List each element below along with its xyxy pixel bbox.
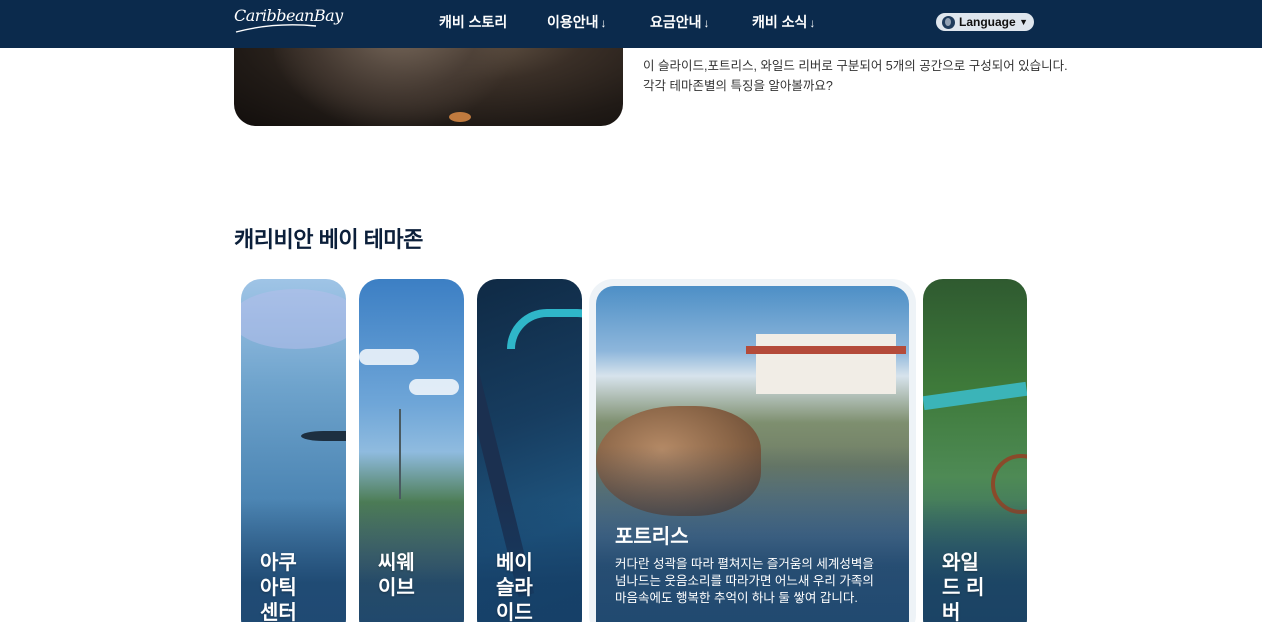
theme-card-sea-wave[interactable]: 씨웨 이브: [359, 279, 464, 622]
arrow-down-icon: ↓: [703, 16, 710, 30]
intro-line: 이 슬라이드,포트리스, 와일드 리버로 구분되어 5개의 공간으로 구성되어 …: [643, 59, 1068, 73]
nav-item-guide[interactable]: 이용안내 ↓: [547, 12, 607, 32]
chevron-down-icon: ▼: [1019, 17, 1028, 27]
nav-item-label: 요금안내: [650, 14, 702, 30]
arrow-down-icon: ↓: [809, 16, 816, 30]
nav-item-label: 캐비 스토리: [439, 14, 508, 30]
nav-item-story[interactable]: 캐비 스토리: [439, 12, 507, 32]
theme-card-fortress[interactable]: 포트리스 커다란 성곽을 따라 펼쳐지는 즐거움의 세계성벽을 넘나드는 웃음소…: [589, 279, 916, 622]
nav-item-label: 캐비 소식: [752, 14, 808, 30]
site-header: CaribbeanBay 캐비 스토리 이용안내 ↓ 요금안내 ↓ 캐비 소식 ↓ L…: [0, 0, 1262, 48]
theme-card-label: 아쿠 아틱 센터: [260, 552, 297, 622]
nav-item-pricing[interactable]: 요금안내 ↓: [650, 12, 710, 32]
theme-card-description: 커다란 성곽을 따라 펼쳐지는 즐거움의 세계성벽을 넘나드는 웃음소리를 따라…: [615, 557, 874, 605]
theme-card-title: 포트리스: [615, 526, 689, 548]
theme-card-wild-river[interactable]: 와일 드 리 버: [923, 279, 1027, 622]
theme-card-label: 베이 슬라 이드: [496, 552, 533, 622]
globe-icon: [942, 15, 955, 29]
section-title: 캐리비안 베이 테마존: [234, 227, 423, 252]
theme-card-bay-slide[interactable]: 베이 슬라 이드: [477, 279, 582, 622]
nav-item-label: 이용안내: [547, 14, 599, 30]
intro-line: 각각 테마존별의 특징을 알아볼까요?: [643, 79, 833, 93]
language-select-value: Language: [959, 15, 1016, 29]
arrow-down-icon: ↓: [600, 16, 607, 30]
theme-card-label: 와일 드 리 버: [942, 552, 985, 622]
logo-swoosh-icon: [235, 24, 317, 33]
nav-item-news[interactable]: 캐비 소식 ↓: [752, 12, 815, 32]
language-select[interactable]: Language ▼: [936, 13, 1034, 31]
theme-card-label: 씨웨 이브: [378, 552, 415, 599]
theme-card-aquatic-center[interactable]: 아쿠 아틱 센터: [241, 279, 346, 622]
